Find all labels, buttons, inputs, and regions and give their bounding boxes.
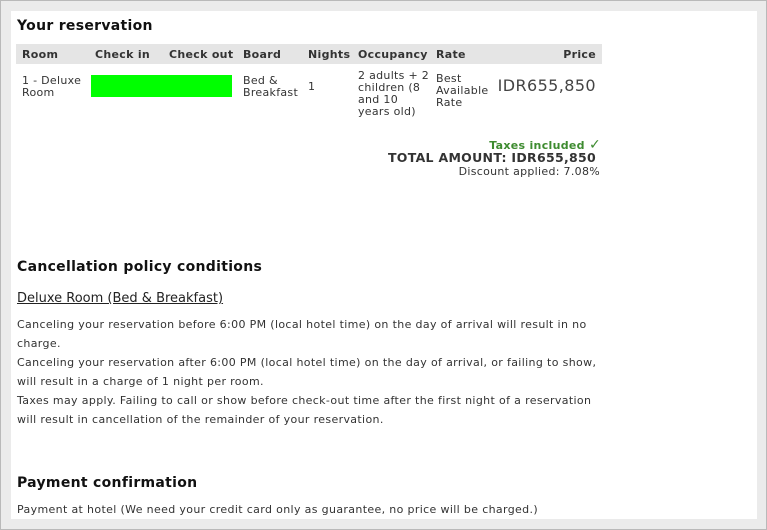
dates-highlight: [91, 75, 232, 97]
col-header-check-in: Check in: [89, 44, 163, 64]
col-header-nights: Nights: [302, 44, 352, 64]
col-header-check-out: Check out: [163, 44, 237, 64]
cell-room: 1 - Deluxe Room: [22, 74, 82, 99]
cell-occupancy: 2 adults + 2 children (8 and 10 years ol…: [358, 69, 430, 118]
col-header-rate: Rate: [430, 44, 495, 64]
col-header-price: Price: [495, 44, 602, 64]
reservation-table: Room Check in Check out Board Nights Occ…: [16, 44, 602, 118]
cancellation-line-3: Taxes may apply. Failing to call or show…: [17, 394, 592, 426]
cancellation-heading: Cancellation policy conditions: [17, 259, 263, 275]
total-amount: TOTAL AMOUNT: IDR655,850: [387, 150, 596, 165]
cancellation-room-title: Deluxe Room (Bed & Breakfast): [17, 291, 224, 306]
window-frame: Your reservation Room Check in Check out…: [0, 0, 767, 530]
cancellation-line-1: Canceling your reservation before 6:00 P…: [17, 318, 587, 350]
cell-dates: [89, 64, 237, 118]
col-header-room: Room: [16, 44, 89, 64]
cancellation-line-2: Canceling your reservation after 6:00 PM…: [17, 356, 597, 388]
cell-nights: 1: [308, 80, 316, 93]
payment-text: Payment at hotel (We need your credit ca…: [17, 503, 538, 516]
reservation-heading: Your reservation: [17, 18, 153, 34]
content-panel: Your reservation Room Check in Check out…: [11, 11, 757, 519]
table-header-row: Room Check in Check out Board Nights Occ…: [16, 44, 602, 64]
col-header-occupancy: Occupancy: [352, 44, 430, 64]
col-header-board: Board: [237, 44, 302, 64]
cell-board: Bed & Breakfast: [243, 74, 299, 99]
table-row: 1 - Deluxe Room Bed & Breakfast 1 2 adul…: [16, 64, 602, 118]
cell-rate: Best Available Rate: [436, 72, 489, 109]
payment-heading: Payment confirmation: [17, 475, 198, 491]
discount-applied: Discount applied: 7.08%: [458, 165, 600, 178]
cell-price: IDR655,850: [497, 76, 596, 95]
